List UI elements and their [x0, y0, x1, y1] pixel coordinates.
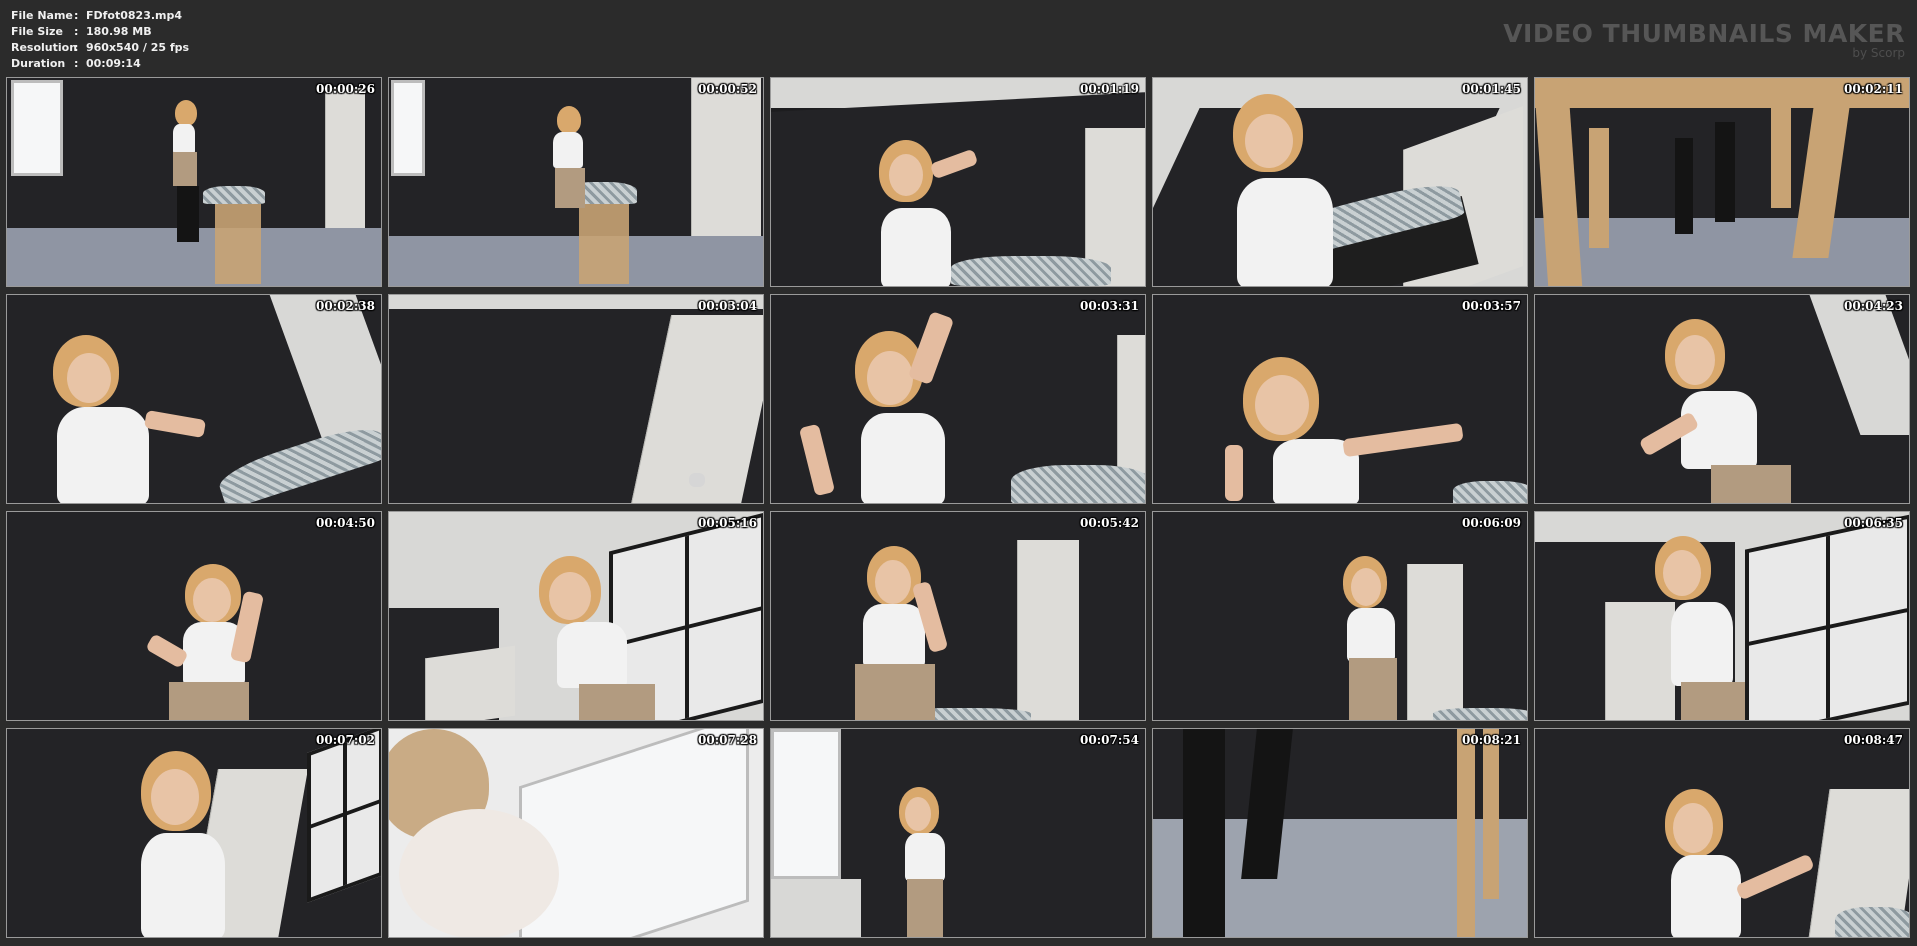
thumbnail-frame[interactable]: 00:03:57	[1152, 294, 1528, 504]
thumbnail-frame[interactable]: 00:07:28	[388, 728, 764, 938]
video-frame-image	[389, 295, 763, 503]
timestamp-label: 00:07:54	[1080, 733, 1139, 747]
brand-subtitle: by Scorp	[1852, 46, 1905, 60]
timestamp-label: 00:00:26	[316, 82, 375, 96]
separator: :	[74, 41, 79, 54]
timestamp-label: 00:03:57	[1462, 299, 1521, 313]
video-frame-image	[1153, 78, 1527, 286]
timestamp-label: 00:01:45	[1462, 82, 1521, 96]
separator: :	[74, 25, 79, 38]
duration-value: 00:09:14	[86, 57, 141, 70]
thumbnail-frame[interactable]: 00:07:54	[770, 728, 1146, 938]
timestamp-label: 00:00:52	[698, 82, 757, 96]
video-frame-image	[7, 512, 381, 720]
thumbnail-frame[interactable]: 00:08:21	[1152, 728, 1528, 938]
timestamp-label: 00:08:21	[1462, 733, 1521, 747]
timestamp-label: 00:05:16	[698, 516, 757, 530]
video-frame-image	[1153, 729, 1527, 937]
brand-watermark: VIDEO THUMBNAILS MAKER by Scorp	[1503, 19, 1905, 60]
file-info-row: File Name : FDfot0823.mp4	[11, 8, 189, 24]
thumbnail-frame[interactable]: 00:08:47	[1534, 728, 1910, 938]
timestamp-label: 00:03:31	[1080, 299, 1139, 313]
video-frame-image	[771, 729, 1145, 937]
timestamp-label: 00:07:28	[698, 733, 757, 747]
timestamp-label: 00:06:35	[1844, 516, 1903, 530]
thumbnail-frame[interactable]: 00:00:52	[388, 77, 764, 287]
file-name-value: FDfot0823.mp4	[86, 9, 183, 22]
timestamp-label: 00:01:19	[1080, 82, 1139, 96]
thumbnail-frame[interactable]: 00:05:42	[770, 511, 1146, 721]
timestamp-label: 00:04:50	[316, 516, 375, 530]
video-frame-image	[1535, 78, 1909, 286]
thumbnail-frame[interactable]: 00:03:04	[388, 294, 764, 504]
video-frame-image	[1535, 295, 1909, 503]
video-frame-image	[7, 729, 381, 937]
timestamp-label: 00:07:02	[316, 733, 375, 747]
video-frame-image	[389, 729, 763, 937]
timestamp-label: 00:05:42	[1080, 516, 1139, 530]
thumbnail-frame[interactable]: 00:06:09	[1152, 511, 1528, 721]
resolution-label: Resolution	[11, 41, 78, 54]
timestamp-label: 00:02:11	[1844, 82, 1903, 96]
video-frame-image	[771, 78, 1145, 286]
thumbnail-frame[interactable]: 00:00:26	[6, 77, 382, 287]
video-frame-image	[1153, 295, 1527, 503]
header-bar: File Name : FDfot0823.mp4 File Size : 18…	[0, 0, 1917, 76]
file-size-label: File Size	[11, 25, 63, 38]
file-info-row: Duration : 00:09:14	[11, 56, 189, 72]
resolution-value: 960x540 / 25 fps	[86, 41, 190, 54]
timestamp-label: 00:08:47	[1844, 733, 1903, 747]
video-frame-image	[1535, 729, 1909, 937]
file-size-value: 180.98 MB	[86, 25, 152, 38]
file-info-row: Resolution : 960x540 / 25 fps	[11, 40, 189, 56]
file-name-label: File Name	[11, 9, 73, 22]
video-frame-image	[389, 78, 763, 286]
brand-title: VIDEO THUMBNAILS MAKER	[1503, 19, 1905, 48]
duration-label: Duration	[11, 57, 66, 70]
thumbnail-frame[interactable]: 00:01:19	[770, 77, 1146, 287]
thumbnail-frame[interactable]: 00:04:50	[6, 511, 382, 721]
thumbnail-frame[interactable]: 00:05:16	[388, 511, 764, 721]
separator: :	[74, 57, 79, 70]
thumbnail-frame[interactable]: 00:06:35	[1534, 511, 1910, 721]
thumbnail-frame[interactable]: 00:02:38	[6, 294, 382, 504]
video-frame-image	[771, 295, 1145, 503]
separator: :	[74, 9, 79, 22]
timestamp-label: 00:04:23	[1844, 299, 1903, 313]
thumbnail-frame[interactable]: 00:03:31	[770, 294, 1146, 504]
timestamp-label: 00:06:09	[1462, 516, 1521, 530]
video-frame-image	[389, 512, 763, 720]
timestamp-label: 00:03:04	[698, 299, 757, 313]
video-frame-image	[1153, 512, 1527, 720]
file-info-row: File Size : 180.98 MB	[11, 24, 189, 40]
thumbnail-frame[interactable]: 00:04:23	[1534, 294, 1910, 504]
video-frame-image	[7, 78, 381, 286]
timestamp-label: 00:02:38	[316, 299, 375, 313]
file-info-panel: File Name : FDfot0823.mp4 File Size : 18…	[11, 8, 189, 72]
thumbnail-frame[interactable]: 00:02:11	[1534, 77, 1910, 287]
thumbnail-frame[interactable]: 00:01:45	[1152, 77, 1528, 287]
video-frame-image	[7, 295, 381, 503]
video-frame-image	[1535, 512, 1909, 720]
video-frame-image	[771, 512, 1145, 720]
thumbnail-grid: 00:00:26 00:00:52 00:01:19 00:01:45 00:0…	[6, 77, 1910, 938]
thumbnail-frame[interactable]: 00:07:02	[6, 728, 382, 938]
